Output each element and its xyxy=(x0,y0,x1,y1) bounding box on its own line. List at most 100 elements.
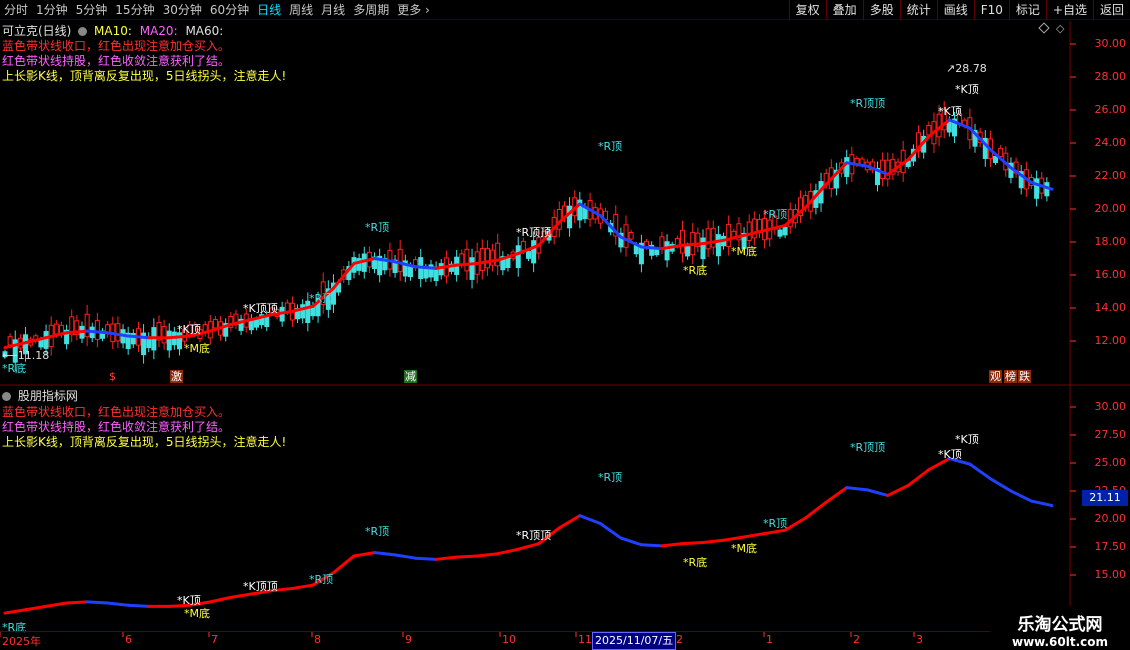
candle-body xyxy=(464,248,470,272)
sub-signal-r-top-5: *R顶顶 xyxy=(850,441,886,454)
date-label-5: 10 xyxy=(502,633,516,646)
candle-body xyxy=(1034,178,1040,199)
signal-m-bottom: *M底 xyxy=(184,342,210,355)
signal-m-bottom-2: *M底 xyxy=(731,245,757,258)
candle-body xyxy=(880,159,886,180)
sub-band-segment xyxy=(906,468,931,487)
candle-body xyxy=(685,246,691,257)
candle-body xyxy=(700,237,706,260)
candle-body xyxy=(505,257,511,269)
candle-body xyxy=(777,229,783,237)
signal-r-top-3: *R顶 xyxy=(598,140,623,153)
sub-signal-k-top-4: *K顶 xyxy=(938,448,962,461)
sub-band-segment xyxy=(1009,489,1033,503)
main-band-segment xyxy=(639,245,664,251)
sub-band-segment xyxy=(434,555,459,561)
candle-body xyxy=(526,251,531,259)
sub-band-segment xyxy=(393,553,418,560)
candle-body xyxy=(844,157,850,177)
candle-body xyxy=(751,218,757,239)
sub-axis-tick: 30.00 xyxy=(1094,400,1127,413)
signal-r-top: *R顶 xyxy=(365,221,390,234)
candle-body xyxy=(633,245,639,255)
date-label-0: 2025年 xyxy=(2,635,41,648)
candle-body xyxy=(495,242,501,267)
main-axis-tick: 30.00 xyxy=(1094,37,1127,50)
sub-band-segment xyxy=(455,554,479,559)
sub-signal-r-top-dbl: *R顶顶 xyxy=(516,529,552,542)
candle-body xyxy=(993,156,999,163)
candle-body xyxy=(998,147,1004,157)
event-marker-5[interactable]: 跌 xyxy=(1018,370,1031,383)
candle-body xyxy=(479,248,485,271)
candle-body xyxy=(94,320,100,340)
main-band-segment xyxy=(414,265,438,270)
current-value-tag: 21.11 xyxy=(1082,490,1128,506)
sub-band-segment xyxy=(680,541,705,546)
sub-band-segment xyxy=(24,604,48,612)
candle-body xyxy=(567,205,573,229)
candle-body xyxy=(664,241,670,261)
sub-band-segment xyxy=(352,551,377,558)
sub-band-segment xyxy=(619,536,643,547)
event-marker-1[interactable]: 激 xyxy=(170,370,183,383)
sub-band-segment xyxy=(229,592,253,599)
watermark-url: www.60lt.com xyxy=(1011,635,1109,649)
candle-body xyxy=(654,248,660,256)
sub-band-segment xyxy=(331,554,356,575)
main-band-segment xyxy=(126,334,151,340)
sub-band-segment xyxy=(783,516,808,532)
candle-body xyxy=(7,336,13,346)
event-marker-0[interactable]: $ xyxy=(108,370,117,383)
candle-body xyxy=(459,253,465,265)
sub-band-segment xyxy=(475,552,500,558)
sub-signal-r-top-4: *R顶 xyxy=(763,517,788,530)
sub-signal-k-top-3: *K顶 xyxy=(955,433,979,446)
signal-k-top: *K顶 xyxy=(177,323,201,336)
sub-signal-k-top-2: *K顶顶 xyxy=(243,580,278,593)
sub-axis-tick: 17.50 xyxy=(1094,540,1127,553)
candle-body xyxy=(284,302,290,312)
sub-band-segment xyxy=(557,514,582,530)
candle-body xyxy=(300,304,306,319)
signal-k-top-3: *K顶 xyxy=(955,83,979,96)
main-axis-tick: 22.00 xyxy=(1094,169,1127,182)
candle-body xyxy=(520,240,526,251)
kline-chart[interactable] xyxy=(0,0,1130,650)
sub-band-segment xyxy=(44,601,69,608)
candle-body xyxy=(84,313,90,338)
event-marker-2[interactable]: 减 xyxy=(404,370,417,383)
sub-band-segment xyxy=(701,538,726,545)
candle-body xyxy=(212,319,218,329)
sub-band-segment xyxy=(968,462,992,481)
candle-body xyxy=(115,323,121,342)
candle-body xyxy=(705,228,711,250)
sub-band-segment xyxy=(639,543,664,548)
main-axis-tick: 18.00 xyxy=(1094,235,1127,248)
sub-band-segment xyxy=(65,600,89,605)
candle-body xyxy=(531,240,537,264)
watermark-logo: 乐淘公式网 www.60lt.com xyxy=(990,606,1130,650)
date-label-8: 1 xyxy=(766,633,773,646)
event-marker-4[interactable]: 榜 xyxy=(1004,370,1017,383)
candle-body xyxy=(782,226,788,236)
crosshair-date: 2025/11/07/五 xyxy=(592,632,677,650)
sub-signal-r-top: *R顶 xyxy=(365,525,390,538)
date-label-3: 8 xyxy=(314,633,321,646)
candle-body xyxy=(628,231,634,240)
signal-k-top-2: *K顶顶 xyxy=(243,302,278,315)
sub-band-segment xyxy=(496,547,520,556)
main-band-segment xyxy=(680,242,705,247)
date-label-1: 6 xyxy=(125,633,132,646)
candle-body xyxy=(43,331,49,349)
sub-band-segment xyxy=(373,551,397,557)
event-marker-3[interactable]: 观 xyxy=(989,370,1002,383)
candle-body xyxy=(423,267,429,279)
sub-band-segment xyxy=(804,500,828,520)
main-band-segment xyxy=(455,261,479,267)
sub-band-segment xyxy=(845,486,869,492)
main-band-segment xyxy=(65,329,89,335)
candle-body xyxy=(53,323,59,335)
sub-signal-r-bottom-2: *R底 xyxy=(683,556,708,569)
signal-r-bottom-2: *R底 xyxy=(683,264,708,277)
